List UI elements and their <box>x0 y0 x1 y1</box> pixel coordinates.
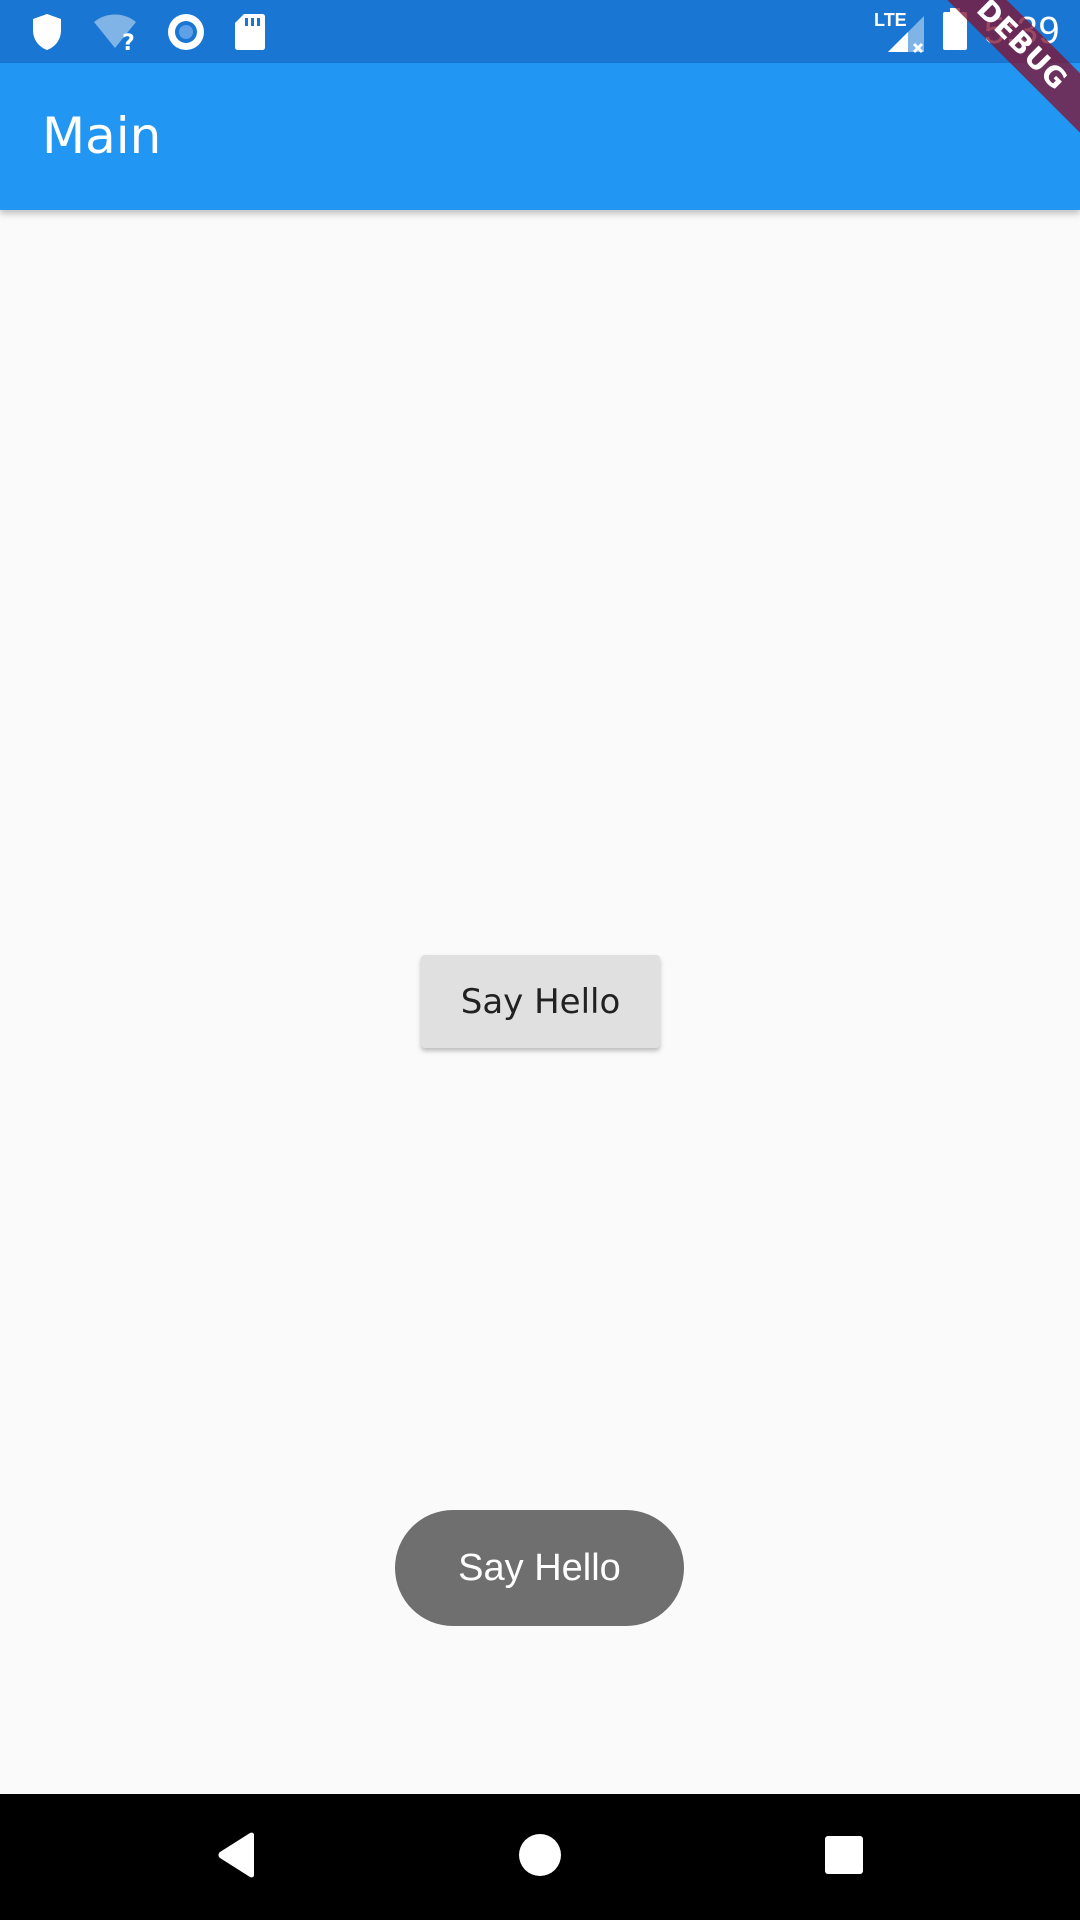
wifi-unknown-icon: ? <box>92 12 138 52</box>
recents-button[interactable] <box>804 1817 884 1897</box>
back-button[interactable] <box>196 1817 276 1897</box>
say-hello-button[interactable]: Say Hello <box>421 955 660 1048</box>
app-bar: Main <box>0 63 1080 210</box>
sd-card-icon <box>234 12 266 52</box>
navigation-bar <box>0 1794 1080 1920</box>
app-screen: ? LTE Main DEBUG Say Hello Say Hello <box>0 0 1080 1920</box>
sync-circle-icon <box>166 12 206 52</box>
home-icon <box>518 1833 562 1881</box>
toast-message: Say Hello <box>395 1510 684 1626</box>
svg-text:?: ? <box>122 31 135 52</box>
status-bar: ? LTE <box>0 0 1080 63</box>
page-title: Main <box>42 107 162 165</box>
status-icons-left: ? <box>30 12 266 52</box>
network-label: LTE <box>874 10 907 30</box>
shield-icon <box>30 12 64 52</box>
lte-signal-icon: LTE <box>874 8 926 54</box>
recents-icon <box>824 1835 864 1879</box>
home-button[interactable] <box>500 1817 580 1897</box>
back-icon <box>214 1831 258 1883</box>
